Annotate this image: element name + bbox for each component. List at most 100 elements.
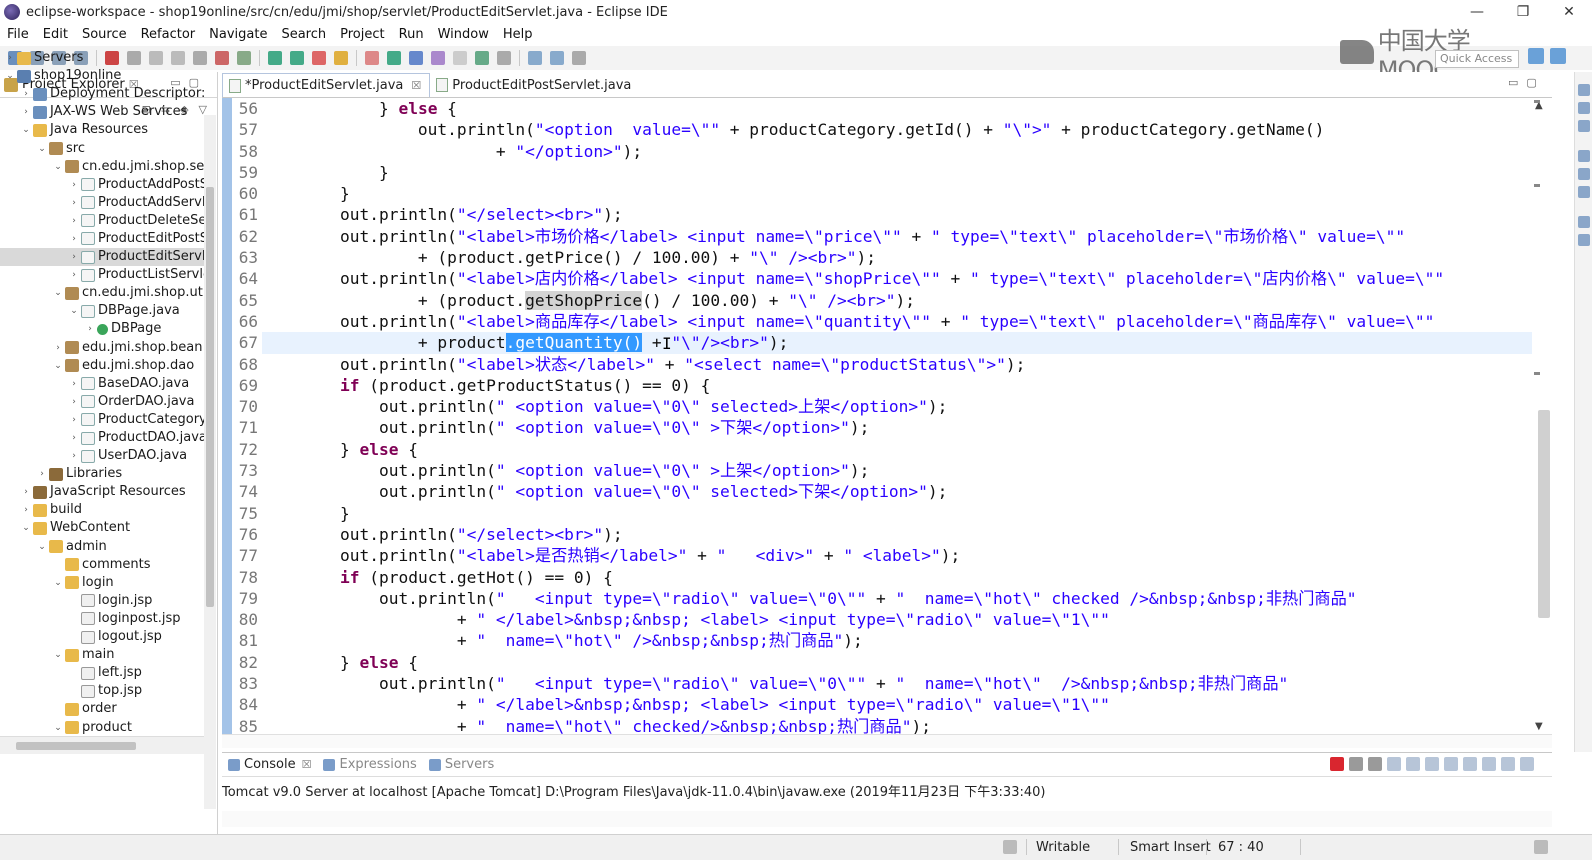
step-over-icon[interactable] (237, 51, 251, 65)
code-line[interactable]: if (product.getHot() == 0) { (262, 567, 1532, 588)
chevron-right-icon[interactable]: › (68, 411, 80, 429)
run-icon[interactable] (290, 51, 304, 65)
tree-item[interactable]: › ProductAddServl (0, 194, 204, 212)
task-list-icon[interactable] (1578, 102, 1590, 114)
chevron-right-icon[interactable]: › (68, 248, 80, 266)
display-selected-console-icon[interactable] (1501, 757, 1515, 771)
chevron-right-icon[interactable]: › (68, 447, 80, 465)
tree-item[interactable]: › build (0, 501, 204, 519)
close-icon[interactable]: ☒ (411, 79, 421, 92)
tree-item[interactable]: login.jsp (0, 592, 204, 610)
close-button[interactable]: ✕ (1546, 0, 1592, 24)
tree-item[interactable]: top.jsp (0, 682, 204, 700)
chevron-right-icon[interactable]: › (68, 429, 80, 447)
quick-access-input[interactable]: Quick Access (1435, 50, 1519, 68)
code-line[interactable]: + "</option>"); (262, 141, 1532, 162)
chevron-right-icon[interactable]: › (68, 230, 80, 248)
overview-mark[interactable] (1534, 100, 1540, 103)
editor-horizontal-scrollbar[interactable] (222, 734, 1552, 748)
scroll-lock-icon[interactable] (1406, 757, 1420, 771)
palette-icon[interactable] (1578, 150, 1590, 162)
tree-item[interactable]: left.jsp (0, 664, 204, 682)
close-icon[interactable]: ☒ (302, 758, 312, 771)
code-line[interactable]: + " name=\"hot\" checked/>&nbsp;&nbsp;热门… (262, 716, 1532, 734)
snippets-icon[interactable] (1578, 168, 1590, 180)
code-line[interactable]: } else { (262, 652, 1532, 673)
chevron-right-icon[interactable]: › (84, 320, 96, 338)
tree-item[interactable]: ⌄ cn.edu.jmi.shop.serv (0, 158, 204, 176)
properties-icon[interactable] (1578, 186, 1590, 198)
insert-mode-status[interactable]: Smart Insert (1130, 840, 1211, 855)
code-line[interactable]: out.println(" <option value=\"0\" >上架</o… (262, 460, 1532, 481)
code-line[interactable]: } else { (262, 98, 1532, 119)
tree-item[interactable]: ⌄ DBPage.java (0, 302, 204, 320)
code-line[interactable]: } (262, 162, 1532, 183)
editor-tab[interactable]: ProductEditPostServlet.java (430, 73, 639, 97)
tree-item[interactable]: › ProductEditPostS (0, 230, 204, 248)
new-server-icon[interactable] (334, 51, 348, 65)
prev-annotation-icon[interactable] (528, 51, 542, 65)
chevron-right-icon[interactable]: › (20, 85, 32, 103)
chevron-down-icon[interactable]: ⌄ (4, 67, 16, 85)
editor-minimize-maximize-icons[interactable]: ▭▢ (1508, 76, 1545, 89)
tree-item[interactable]: ⌄ shop19online (0, 67, 204, 85)
tree-item[interactable]: ⌄ cn.edu.jmi.shop.util (0, 284, 204, 302)
tree-item[interactable]: comments (0, 556, 204, 574)
chevron-down-icon[interactable]: ⌄ (36, 538, 48, 556)
tree-item[interactable]: › ProductAddPostS (0, 176, 204, 194)
menu-search[interactable]: Search (274, 27, 333, 42)
chevron-down-icon[interactable]: ⌄ (52, 719, 64, 737)
chevron-down-icon[interactable]: ⌄ (20, 519, 32, 537)
chevron-right-icon[interactable]: › (52, 339, 64, 357)
code-line[interactable]: + (product.getShopPrice() / 100.00) + "\… (262, 290, 1532, 311)
tree-item[interactable]: › ProductDAO.java (0, 429, 204, 447)
tree-item[interactable]: loginpost.jsp (0, 610, 204, 628)
menu-window[interactable]: Window (431, 27, 496, 42)
error-log-icon[interactable] (1534, 840, 1548, 854)
console-tab-expressions[interactable]: Expressions (317, 757, 422, 772)
bookmarks-icon[interactable] (1578, 216, 1590, 228)
menu-run[interactable]: Run (392, 27, 431, 42)
remove-all-icon[interactable] (1368, 757, 1382, 771)
editor-tab[interactable]: *ProductEditServlet.java ☒ (222, 73, 431, 97)
tree-item[interactable]: ⌄ WebContent (0, 519, 204, 537)
search-view-icon[interactable] (1578, 234, 1590, 246)
tree-item[interactable]: › UserDAO.java (0, 447, 204, 465)
chevron-right-icon[interactable]: › (20, 103, 32, 121)
code-text-area[interactable]: } else { out.println("<option value=\"" … (262, 98, 1532, 734)
tree-item[interactable]: logout.jsp (0, 628, 204, 646)
tree-item[interactable]: ⌄ login (0, 574, 204, 592)
console-tab-console[interactable]: Console ☒ (222, 757, 317, 772)
debug-icon[interactable] (268, 51, 282, 65)
tree-item[interactable]: › ProductDeleteSe (0, 212, 204, 230)
chevron-right-icon[interactable]: › (68, 194, 80, 212)
scrollbar-thumb[interactable] (16, 742, 136, 750)
pin-console-icon[interactable] (1482, 757, 1496, 771)
code-line[interactable]: out.println("</select><br>"); (262, 204, 1532, 225)
chevron-right-icon[interactable]: › (68, 393, 80, 411)
scrollbar-thumb[interactable] (206, 187, 214, 607)
menu-navigate[interactable]: Navigate (202, 27, 274, 42)
chevron-right-icon[interactable]: › (36, 465, 48, 483)
whitespace-icon[interactable] (475, 51, 489, 65)
terminate-icon[interactable] (1330, 757, 1344, 771)
chevron-right-icon[interactable]: › (68, 176, 80, 194)
chevron-right-icon[interactable]: › (68, 375, 80, 393)
code-line[interactable]: out.println(" <option value=\"0\" select… (262, 481, 1532, 502)
problems-icon[interactable] (1578, 120, 1590, 132)
search-icon[interactable] (387, 51, 401, 65)
code-line[interactable]: out.println("</select><br>"); (262, 524, 1532, 545)
chevron-right-icon[interactable]: › (4, 49, 16, 67)
code-line[interactable]: if (product.getProductStatus() == 0) { (262, 375, 1532, 396)
code-line[interactable]: + " </label>&nbsp;&nbsp; <label> <input … (262, 694, 1532, 715)
code-line[interactable]: out.println("<label>店内价格</label> <input … (262, 268, 1532, 289)
clear-console-icon[interactable] (1387, 757, 1401, 771)
annotation-icon[interactable] (409, 51, 423, 65)
java-ee-perspective-icon[interactable] (1550, 48, 1566, 64)
chevron-down-icon[interactable]: ⌄ (52, 646, 64, 664)
code-line[interactable]: out.println("<label>状态</label>" + "<sele… (262, 354, 1532, 375)
menu-file[interactable]: File (0, 27, 36, 42)
code-line[interactable]: out.println(" <option value=\"0\" select… (262, 396, 1532, 417)
code-line[interactable]: out.println(" <input type=\"radio\" valu… (262, 673, 1532, 694)
tree-item[interactable]: › edu.jmi.shop.bean (0, 339, 204, 357)
